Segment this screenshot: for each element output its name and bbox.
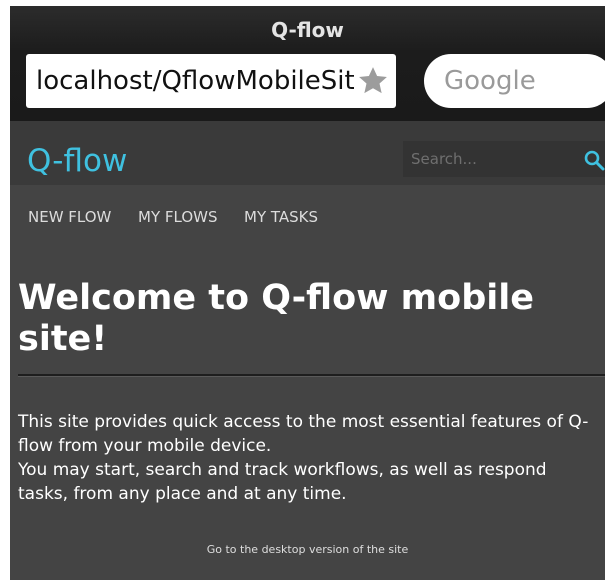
nav-my-tasks[interactable]: MY TASKS [244, 207, 318, 227]
search-input[interactable] [403, 141, 573, 177]
star-icon[interactable] [356, 64, 390, 98]
device-screen: Q-flow localhost/QflowMobileSite Google … [10, 6, 605, 580]
intro-text: This site provides quick access to the m… [18, 410, 598, 506]
desktop-version-link[interactable]: Go to the desktop version of the site [10, 543, 605, 557]
nav-new-flow[interactable]: NEW FLOW [28, 207, 111, 227]
main-nav: NEW FLOW MY FLOWS MY TASKS [10, 185, 605, 255]
search-engine-box[interactable]: Google [424, 54, 605, 108]
nav-my-flows[interactable]: MY FLOWS [138, 207, 217, 227]
url-bar[interactable]: localhost/QflowMobileSite [26, 54, 396, 108]
browser-title: Q-flow [271, 18, 344, 42]
search-engine-placeholder: Google [444, 66, 536, 96]
browser-chrome: Q-flow localhost/QflowMobileSite Google [10, 6, 605, 121]
url-text[interactable]: localhost/QflowMobileSite [36, 65, 354, 97]
site-header: Q-flow [10, 121, 605, 185]
title-divider [18, 374, 605, 377]
search-icon[interactable] [583, 149, 605, 171]
intro-paragraph: This site provides quick access to the m… [18, 412, 589, 456]
site-search [403, 141, 605, 177]
page-title: Welcome to Q-flow mobile site! [18, 278, 534, 359]
site-logo[interactable]: Q-flow [27, 141, 127, 181]
intro-paragraph: You may start, search and track workflow… [18, 460, 547, 504]
